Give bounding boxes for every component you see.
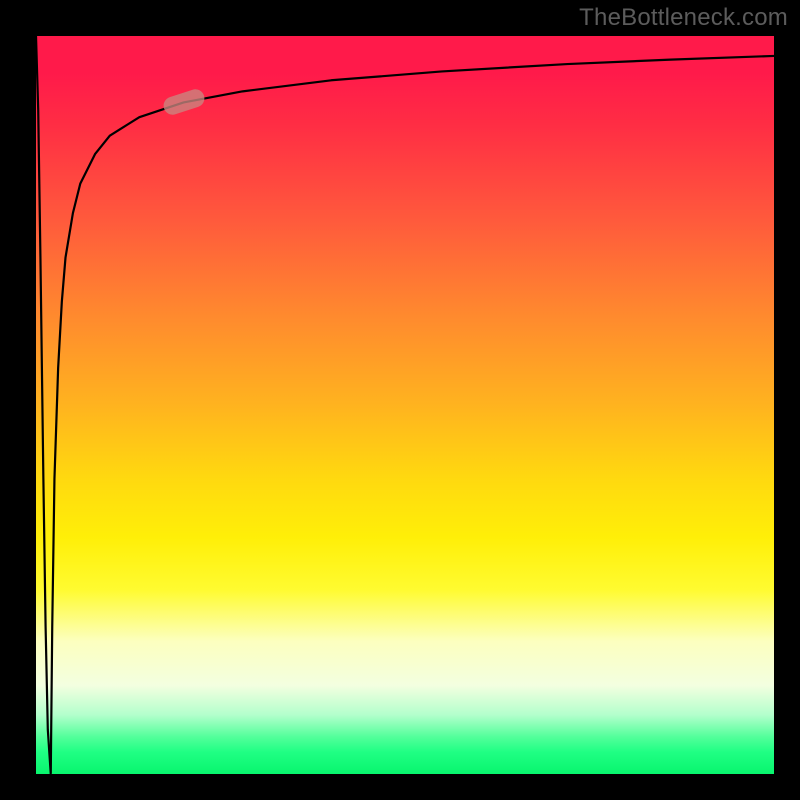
watermark-label: TheBottleneck.com [579,4,788,32]
curve-layer [36,36,774,774]
bottleneck-curve [36,36,774,774]
plot-area [36,36,774,774]
chart-frame: TheBottleneck.com [0,0,800,800]
